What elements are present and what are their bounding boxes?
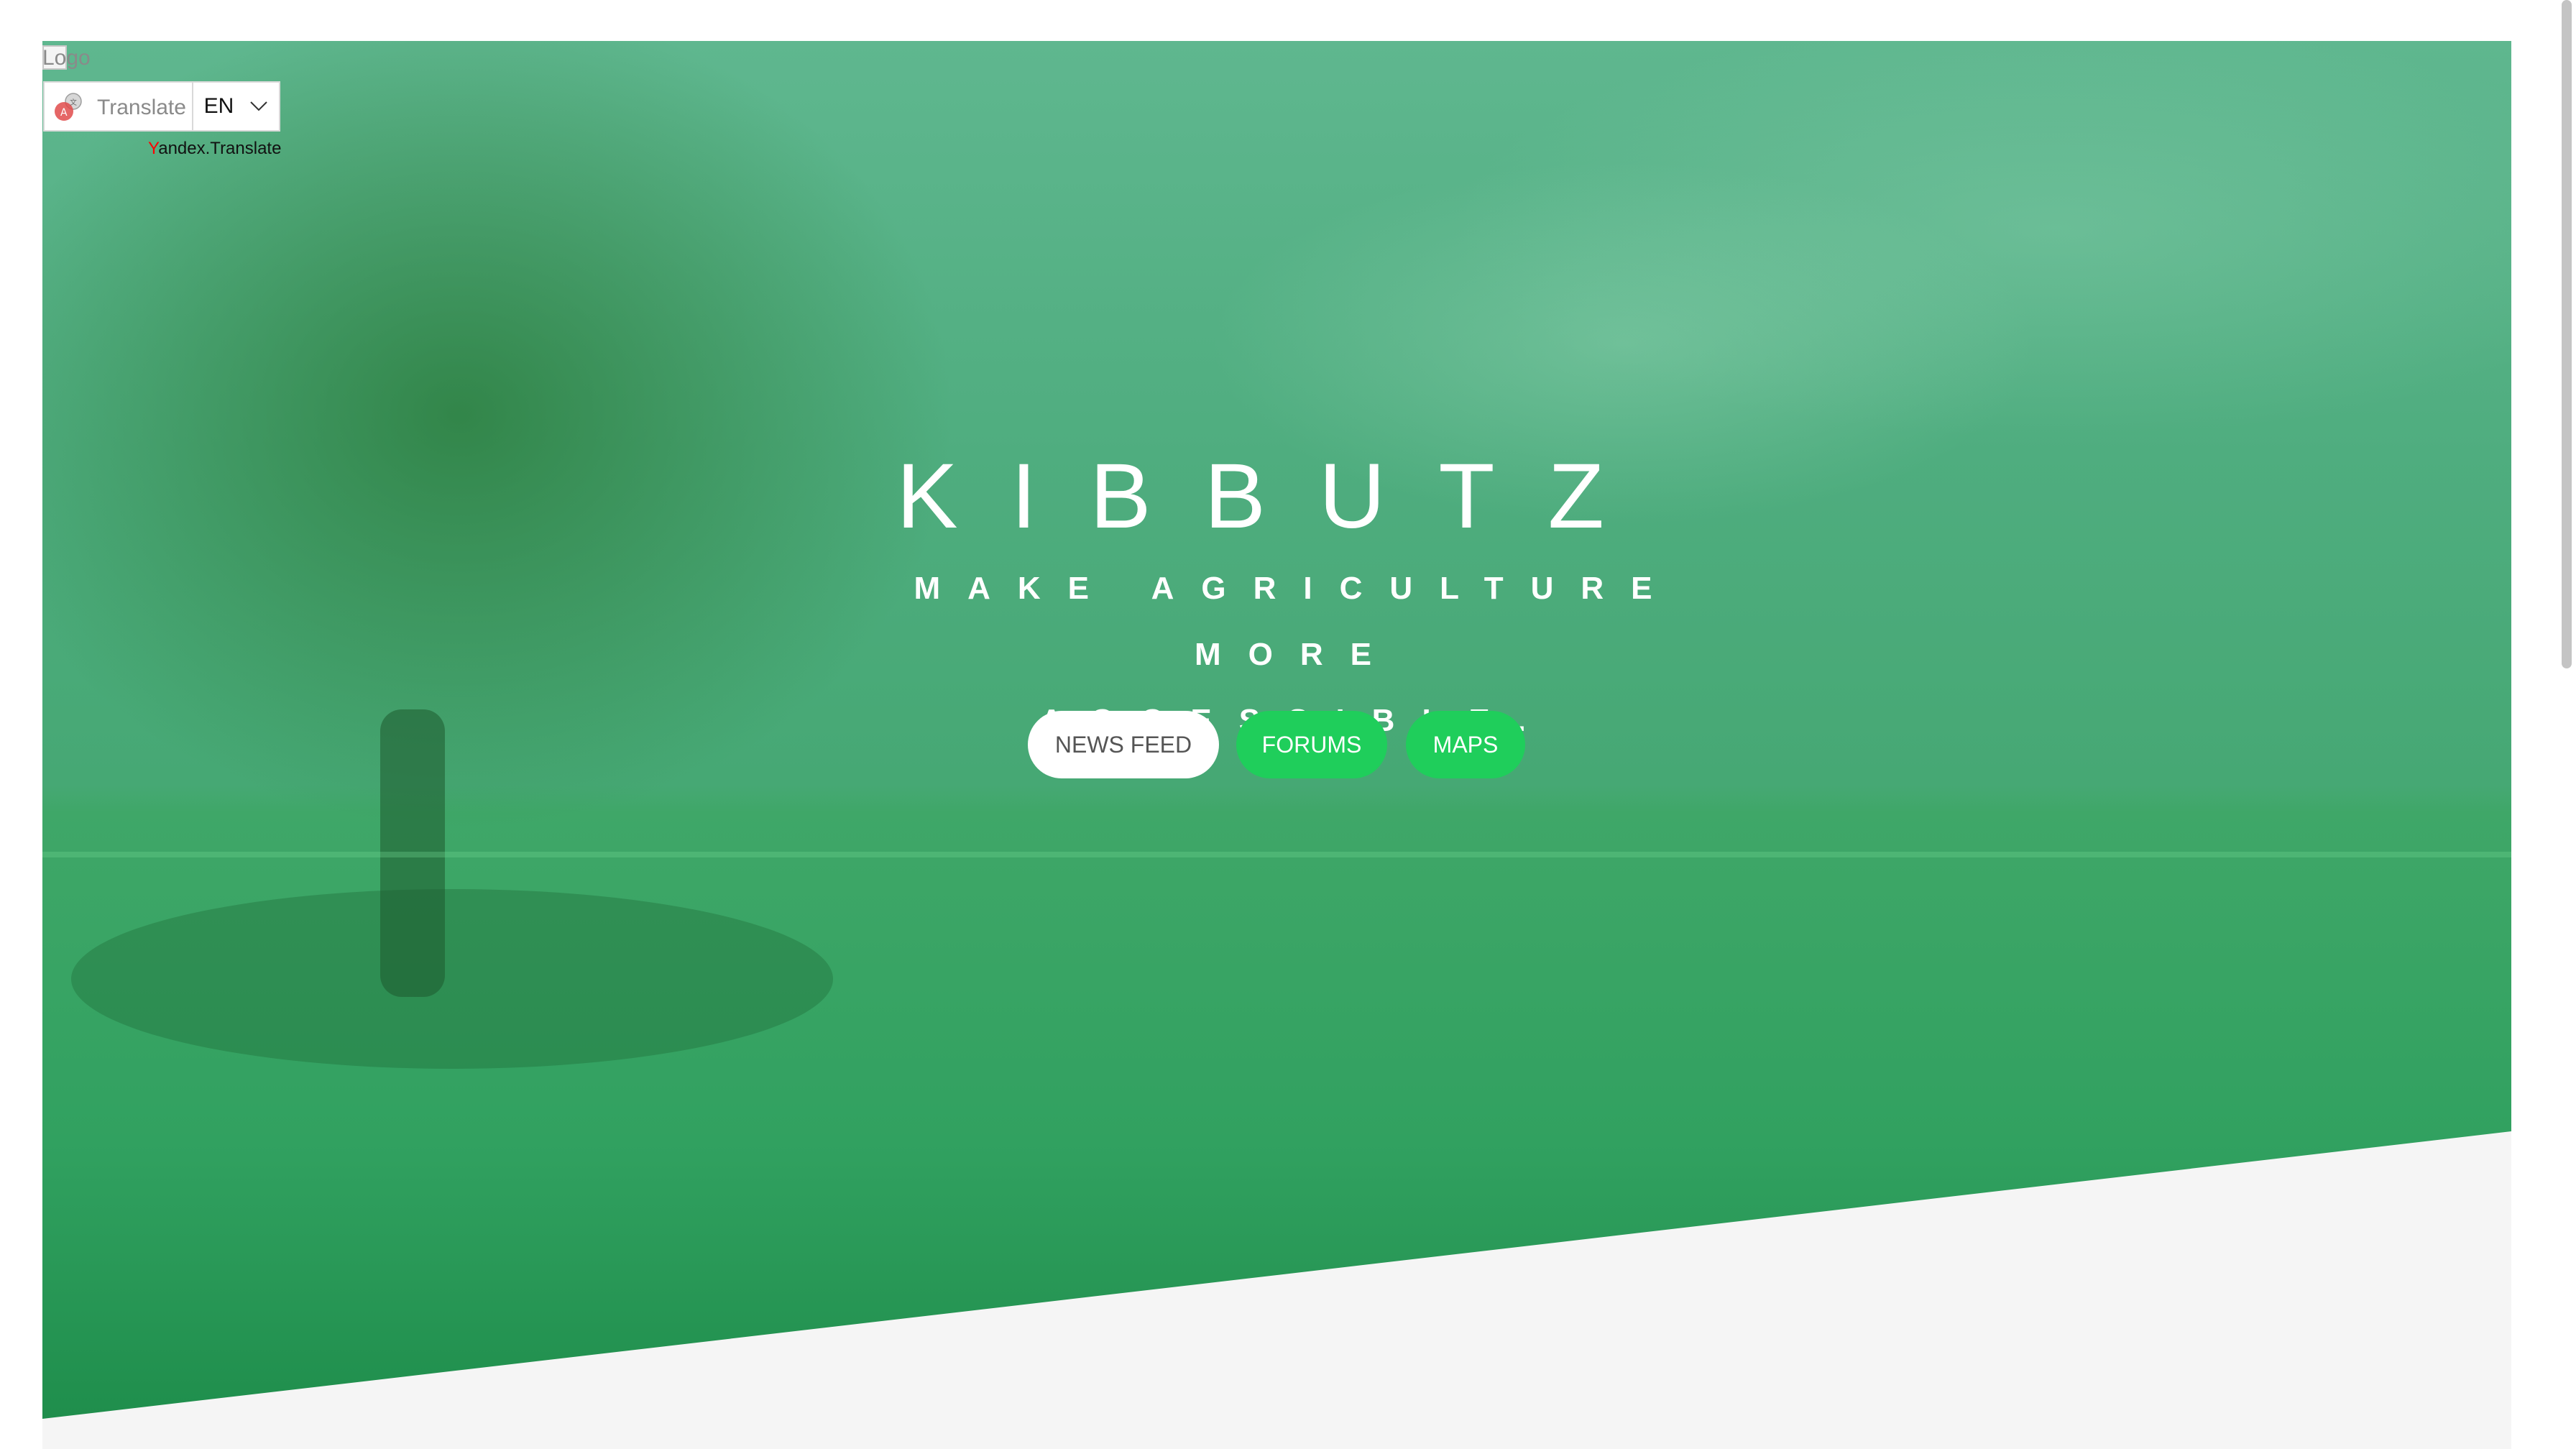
logo-alt-text: Logo xyxy=(42,46,91,70)
site-title: KIBBUTZ xyxy=(896,445,1657,548)
language-code: EN xyxy=(203,94,234,118)
chevron-down-icon xyxy=(250,101,268,111)
translate-button[interactable]: A 文 Translate xyxy=(45,83,193,130)
news-feed-button[interactable]: NEWS FEED xyxy=(1028,711,1219,778)
translate-label: Translate xyxy=(97,96,186,119)
forums-button[interactable]: FORUMS xyxy=(1236,711,1387,778)
svg-text:A: A xyxy=(60,107,68,119)
language-select[interactable]: EN xyxy=(193,83,279,130)
tagline-line1: MAKE AGRICULTURE MORE xyxy=(914,571,1680,672)
page: KIBBUTZ MAKE AGRICULTURE MORE ACCESSIBLE… xyxy=(42,41,2511,1449)
scrollbar[interactable] xyxy=(2554,0,2576,1449)
svg-text:文: 文 xyxy=(70,98,77,107)
hero-section: KIBBUTZ MAKE AGRICULTURE MORE ACCESSIBLE… xyxy=(42,41,2511,1419)
yandex-credit-rest: andex.Translate xyxy=(158,139,282,158)
translate-icon: A 文 xyxy=(55,93,82,121)
yandex-credit-prefix: Y xyxy=(148,139,159,158)
tree-shadow xyxy=(71,889,833,1069)
translate-widget[interactable]: A 文 Translate EN xyxy=(43,81,280,132)
horizon-line xyxy=(42,852,2511,857)
yandex-credit[interactable]: Yandex.Translate xyxy=(148,139,281,159)
maps-button[interactable]: MAPS xyxy=(1406,711,1525,778)
hero-buttons: NEWS FEED FORUMS MAPS xyxy=(1028,711,1560,778)
scrollbar-thumb[interactable] xyxy=(2562,0,2572,668)
